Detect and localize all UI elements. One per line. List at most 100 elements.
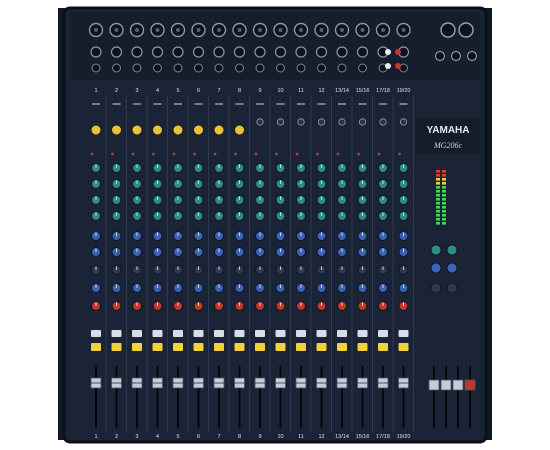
fader-slot xyxy=(402,366,405,428)
on-button xyxy=(316,330,327,337)
gain-knob xyxy=(90,124,102,136)
solo-button xyxy=(91,343,101,351)
peak-led xyxy=(316,152,319,156)
channel-top-label-10: 10 xyxy=(277,88,283,94)
master-fader-slot-1 xyxy=(433,366,435,428)
channel-bottom-label-1: 1 xyxy=(94,434,97,440)
channel-top-label-6: 6 xyxy=(197,88,200,94)
gain-knob xyxy=(276,118,285,126)
channel-bottom-label-2: 2 xyxy=(115,434,118,440)
channel-top-label-7: 7 xyxy=(217,88,220,94)
rca-jack-2 xyxy=(395,49,401,55)
fader-slot xyxy=(197,366,200,428)
gain-knob xyxy=(193,124,204,136)
insert-jack-7 xyxy=(214,63,224,73)
xlr-pins-5 xyxy=(176,28,180,32)
channel-top-label-14: 15/16 xyxy=(356,88,370,94)
channel-top-label-8: 8 xyxy=(238,88,241,94)
peak-led xyxy=(111,152,114,156)
channel-top-label-2: 2 xyxy=(115,88,118,94)
meter-right-led-7 xyxy=(442,194,446,197)
fader-slot xyxy=(95,366,97,428)
on-button xyxy=(337,330,347,337)
peak-led xyxy=(336,152,340,156)
mixer-photo: YAMAHA MG206c 1 1 2 2 3 3 4 4 5 5 6 6 7 7 8 8 9 9 10 10 11 11… xyxy=(0,0,550,450)
meter-right-led-8 xyxy=(442,198,446,201)
on-button xyxy=(296,330,306,337)
line-input-3 xyxy=(131,46,143,58)
gain-knob xyxy=(379,118,387,126)
xlr-pins-7 xyxy=(217,28,221,32)
channel-bottom-label-14: 15/16 xyxy=(356,434,370,440)
peak-led xyxy=(172,152,176,156)
meter-left-led-1 xyxy=(436,170,440,173)
xlr-pins-16 xyxy=(401,28,406,32)
master-knob-3 xyxy=(430,262,442,274)
xlr-pins-12 xyxy=(319,28,324,32)
gain-knob xyxy=(152,124,163,136)
xlr-pins-9 xyxy=(258,28,262,32)
line-input-14 xyxy=(356,46,369,58)
master-knob-2 xyxy=(446,244,458,256)
fader-slot xyxy=(382,366,384,428)
meter-left-led-3 xyxy=(436,178,440,181)
gain-knob xyxy=(317,118,326,126)
channel-top-label-3: 3 xyxy=(135,88,138,94)
line-input-5 xyxy=(172,46,184,58)
gain-knob xyxy=(338,118,346,126)
line-input-10 xyxy=(274,46,287,58)
peak-led xyxy=(275,152,278,156)
insert-jack-14 xyxy=(358,63,367,73)
channel-bottom-label-11: 11 xyxy=(298,434,304,440)
xlr-pins-2 xyxy=(114,28,119,32)
insert-jack-10 xyxy=(276,63,285,73)
line-input-12 xyxy=(315,46,328,58)
channel-top-label-11: 11 xyxy=(298,88,304,94)
meter-left-led-13 xyxy=(436,218,440,221)
meter-right-led-1 xyxy=(442,170,446,173)
channel-bottom-label-6: 6 xyxy=(197,434,200,440)
on-button xyxy=(111,330,122,337)
line-input-11 xyxy=(295,46,307,58)
peak-led xyxy=(295,152,299,156)
line-input-7 xyxy=(213,46,225,58)
on-button xyxy=(398,330,409,337)
meter-left-led-7 xyxy=(436,194,440,197)
insert-jack-12 xyxy=(317,63,326,73)
solo-button xyxy=(296,343,306,351)
insert-jack-4 xyxy=(153,63,162,73)
model-name: MG206c xyxy=(433,141,462,150)
insert-jack-1 xyxy=(91,63,101,73)
line-input-4 xyxy=(151,46,164,58)
channel-bottom-label-5: 5 xyxy=(176,434,179,440)
insert-jack-8 xyxy=(235,63,244,73)
peak-led xyxy=(131,152,135,156)
fader-slot xyxy=(259,366,261,428)
meter-left-led-5 xyxy=(436,186,440,189)
xlr-pins-10 xyxy=(278,28,283,32)
solo-button xyxy=(316,343,327,351)
line-input-8 xyxy=(233,46,246,58)
peak-led xyxy=(377,152,381,156)
meter-left-led-14 xyxy=(436,222,440,225)
meter-right-led-12 xyxy=(442,214,446,217)
channel-top-label-1: 1 xyxy=(94,88,97,94)
rca-jack-3 xyxy=(385,63,391,69)
meter-left-led-4 xyxy=(436,182,440,185)
on-button xyxy=(234,330,245,337)
line-input-1 xyxy=(90,46,102,58)
stereo-out-xlr-2 xyxy=(458,22,474,38)
solo-button xyxy=(214,343,224,351)
master-fader-cap-2 xyxy=(440,379,452,391)
rca-jack-1 xyxy=(385,49,391,55)
meter-left-led-2 xyxy=(436,174,440,177)
solo-button xyxy=(234,343,245,351)
meter-right-led-6 xyxy=(442,190,446,193)
on-button xyxy=(275,330,286,337)
insert-jack-6 xyxy=(194,63,203,73)
meter-right-led-2 xyxy=(442,174,446,177)
meter-right-led-5 xyxy=(442,186,446,189)
output-jack-3 xyxy=(466,50,478,62)
fader-slot xyxy=(218,366,220,428)
xlr-pins-13 xyxy=(340,28,344,32)
